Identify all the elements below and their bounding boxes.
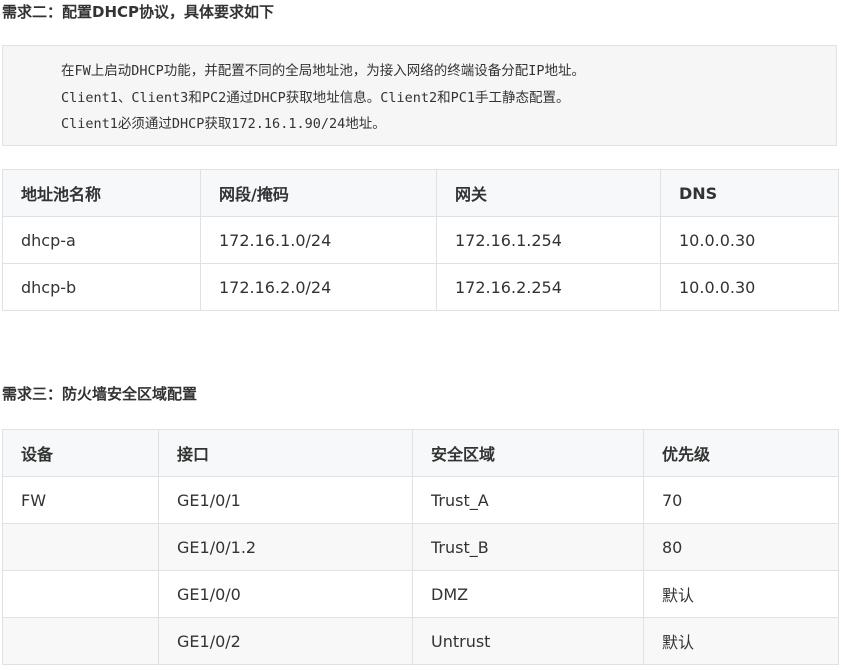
quote-text: 功能，并配置不同的全局地址池，为接入网络的终端设备分配 <box>163 63 529 79</box>
quote-text: 和 <box>188 89 202 106</box>
table-row: GE1/0/0 DMZ 默认 <box>2 570 839 618</box>
column-header-dns: DNS <box>660 169 839 217</box>
table-cell <box>2 570 159 618</box>
quote-code: Client3 <box>131 89 189 106</box>
table-row: dhcp-a 172.16.1.0/24 172.16.1.254 10.0.0… <box>2 216 839 264</box>
quote-text: 获取地址信息。 <box>285 89 381 106</box>
table-cell: dhcp-b <box>2 263 201 311</box>
quote-text: 上启动 <box>90 63 132 79</box>
quote-text: 通过 <box>226 89 254 106</box>
table-cell: 172.16.1.0/24 <box>200 216 437 264</box>
security-zone-table: 设备 接口 安全区域 优先级 FW GE1/0/1 Trust_A 70 GE1… <box>2 429 839 665</box>
quote-text: 地址。 <box>544 63 586 79</box>
table-cell: GE1/0/2 <box>158 617 413 665</box>
table-cell: 10.0.0.30 <box>660 263 839 311</box>
table-header-row: 设备 接口 安全区域 优先级 <box>2 429 839 477</box>
table-cell <box>2 523 159 571</box>
table-cell: Trust_B <box>412 523 644 571</box>
table-row: dhcp-b 172.16.2.0/24 172.16.2.254 10.0.0… <box>2 263 839 311</box>
quote-code: DHCP <box>131 63 164 79</box>
table-cell: 70 <box>643 476 839 524</box>
quote-text: 在 <box>61 63 75 79</box>
column-header-network-mask: 网段/掩码 <box>200 169 437 217</box>
table-row: FW GE1/0/1 Trust_A 70 <box>2 476 839 524</box>
table-cell: GE1/0/1 <box>158 476 413 524</box>
table-cell: Trust_A <box>412 476 644 524</box>
table-cell: Untrust <box>412 617 644 665</box>
table-header-row: 地址池名称 网段/掩码 网关 DNS <box>2 169 839 217</box>
table-cell: 172.16.2.0/24 <box>200 263 437 311</box>
quote-text: 获取 <box>204 116 232 132</box>
quote-code: Client1 <box>61 116 118 132</box>
table-cell <box>2 617 159 665</box>
table-cell: GE1/0/1.2 <box>158 523 413 571</box>
quote-text: 和 <box>437 89 451 106</box>
quote-text: 、 <box>117 89 132 106</box>
quote-text: 必须通过 <box>117 116 172 132</box>
table-row: GE1/0/1.2 Trust_B 80 <box>2 523 839 571</box>
table-cell: 默认 <box>643 617 839 665</box>
quote-code: DHCP <box>253 89 286 106</box>
quote-code: PC2 <box>201 89 227 106</box>
quote-line-2: Client1、Client3和PC2通过DHCP获取地址信息。Client2和… <box>61 85 836 112</box>
column-header-gateway: 网关 <box>436 169 661 217</box>
column-header-interface: 接口 <box>158 429 413 477</box>
quote-code: DHCP <box>171 116 205 132</box>
table-cell: 默认 <box>643 570 839 618</box>
quote-text: 手工静态配置。 <box>475 89 570 106</box>
column-header-security-zone: 安全区域 <box>412 429 644 477</box>
column-header-device: 设备 <box>2 429 159 477</box>
quote-code: FW <box>74 63 91 79</box>
table-row: GE1/0/2 Untrust 默认 <box>2 617 839 665</box>
quote-text: 地址。 <box>345 116 386 132</box>
column-header-pool-name: 地址池名称 <box>2 169 201 217</box>
table-cell: DMZ <box>412 570 644 618</box>
quote-line-3: Client1必须通过DHCP获取172.16.1.90/24地址。 <box>61 111 836 138</box>
table-cell: 172.16.2.254 <box>436 263 661 311</box>
dhcp-section-heading: 需求二：配置DHCP协议，具体要求如下 <box>2 3 275 21</box>
column-header-priority: 优先级 <box>643 429 839 477</box>
table-cell: dhcp-a <box>2 216 201 264</box>
table-cell: 10.0.0.30 <box>660 216 839 264</box>
table-cell: 172.16.1.254 <box>436 216 661 264</box>
zone-section-heading: 需求三：防火墙安全区域配置 <box>2 385 198 403</box>
quote-code: Client2 <box>380 89 438 106</box>
quote-line-1: 在FW上启动DHCP功能，并配置不同的全局地址池，为接入网络的终端设备分配IP地… <box>61 58 836 85</box>
dhcp-requirements-quote: 在FW上启动DHCP功能，并配置不同的全局地址池，为接入网络的终端设备分配IP地… <box>2 45 837 146</box>
quote-code: Client1 <box>61 89 118 106</box>
quote-code: 172.16.1.90/24 <box>231 116 346 132</box>
table-cell: 80 <box>643 523 839 571</box>
table-cell: GE1/0/0 <box>158 570 413 618</box>
quote-code: IP <box>528 63 545 79</box>
table-cell: FW <box>2 476 159 524</box>
dhcp-pool-table: 地址池名称 网段/掩码 网关 DNS dhcp-a 172.16.1.0/24 … <box>2 169 839 311</box>
quote-code: PC1 <box>450 89 476 106</box>
